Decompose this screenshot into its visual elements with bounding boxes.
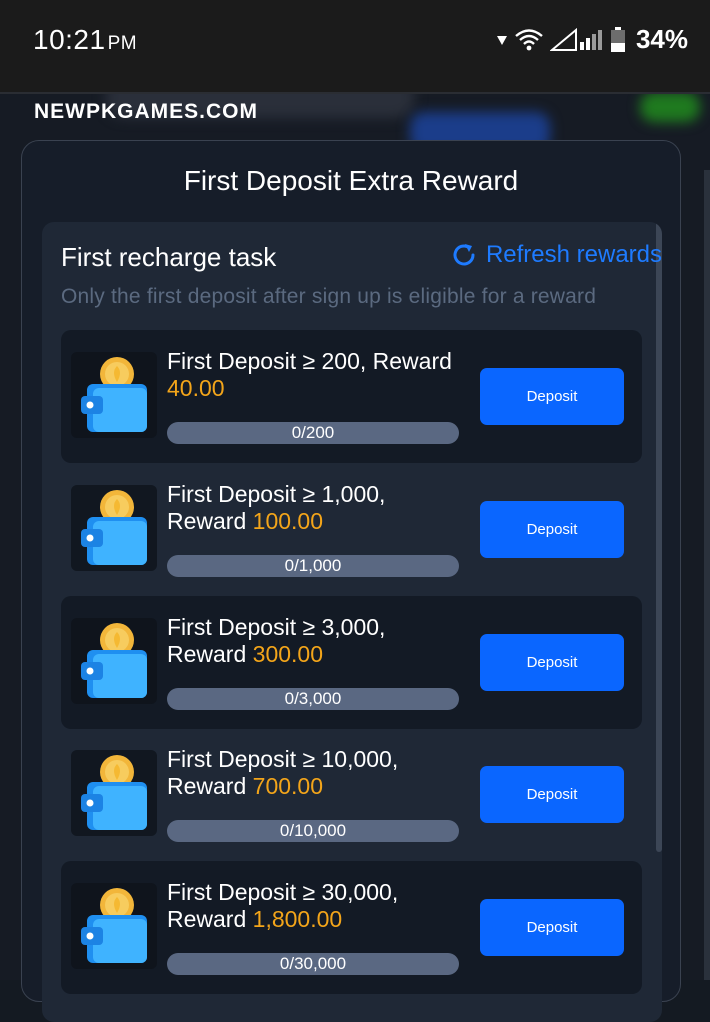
clock-time: 10:21 [33,24,106,55]
progress-bar: 0/1,000 [167,555,459,577]
wallet-coin-icon [71,750,157,836]
deposit-button[interactable]: Deposit [480,634,624,691]
reward-item: First Deposit ≥ 3,000, Reward 300.00 0/3… [61,596,642,729]
reward-item: First Deposit ≥ 30,000, Reward 1,800.00 … [61,861,642,994]
deposit-button[interactable]: Deposit [480,899,624,956]
background-edge [704,170,710,980]
site-label: NEWPKGAMES.COM [34,100,258,123]
modal-title: First Deposit Extra Reward [183,165,519,196]
reward-condition: First Deposit ≥ 30,000, [167,879,399,905]
progress-text: 0/1,000 [284,556,342,575]
reward-item: First Deposit ≥ 200, Reward 40.00 0/200 … [61,330,642,463]
deposit-button-label: Deposit [526,388,578,405]
reward-modal: First Deposit Extra Reward First recharg… [21,140,681,1022]
progress-bar: 0/10,000 [167,820,459,842]
clock: 10:21 PM [33,24,137,56]
status-icons: 34% [496,24,688,55]
reward-condition: First Deposit ≥ 200, Reward [167,348,452,374]
deposit-button[interactable]: Deposit [480,766,624,823]
deposit-button-label: Deposit [526,521,578,538]
scrollbar[interactable] [656,222,662,852]
wallet-coin-icon [71,883,157,969]
progress-text: 0/10,000 [279,821,347,840]
reward-condition: First Deposit ≥ 3,000, [167,614,386,640]
reward-description: First Deposit ≥ 30,000, Reward 1,800.00 [167,879,467,933]
reward-amount: 40.00 [167,375,225,401]
wifi-icon [515,28,543,50]
reward-prefix: Reward [167,906,253,932]
deposit-button[interactable]: Deposit [480,501,624,558]
progress-bar: 0/30,000 [167,953,459,975]
progress-bar: 0/200 [167,422,459,444]
deposit-button-label: Deposit [526,654,578,671]
deposit-button[interactable]: Deposit [480,368,624,425]
wallet-coin-icon [71,618,157,704]
reward-prefix: Reward [167,773,253,799]
reward-description: First Deposit ≥ 200, Reward 40.00 [167,348,467,402]
refresh-label: Refresh rewards [485,241,662,268]
reward-amount: 1,800.00 [252,906,343,932]
battery-percent: 34% [635,24,688,54]
reward-item: First Deposit ≥ 1,000, Reward 100.00 0/1… [61,463,642,596]
battery-icon [610,26,625,52]
wallet-coin-icon [71,352,157,438]
recharge-task-panel: First recharge task Refresh rewards Only… [42,222,662,1022]
reward-prefix: Reward [167,641,253,667]
reward-prefix: Reward [167,508,253,534]
refresh-icon [453,244,475,266]
deposit-button-label: Deposit [526,786,578,803]
progress-text: 0/3,000 [284,689,342,708]
progress-text: 0/30,000 [279,954,347,973]
clock-ampm: PM [107,33,138,54]
reward-amount: 100.00 [252,508,324,534]
signal-icon [549,27,602,51]
task-title: First recharge task [61,242,277,272]
task-subtitle: Only the first deposit after sign up is … [61,285,597,308]
reward-condition: First Deposit ≥ 1,000, [167,481,386,507]
deposit-button-label: Deposit [526,919,578,936]
reward-condition: First Deposit ≥ 10,000, [167,746,399,772]
reward-amount: 300.00 [252,641,324,667]
reward-description: First Deposit ≥ 1,000, Reward 100.00 [167,481,467,535]
location-arrow-icon [496,35,507,45]
reward-item: First Deposit ≥ 10,000, Reward 700.00 0/… [61,728,642,861]
wallet-coin-icon [71,485,157,571]
progress-text: 0/200 [291,423,335,442]
reward-amount: 700.00 [252,773,324,799]
refresh-rewards-button[interactable]: Refresh rewards [450,241,662,269]
reward-description: First Deposit ≥ 10,000, Reward 700.00 [167,746,467,800]
status-bar: 10:21 PM 34% [0,0,710,94]
reward-description: First Deposit ≥ 3,000, Reward 300.00 [167,614,467,668]
progress-bar: 0/3,000 [167,688,459,710]
